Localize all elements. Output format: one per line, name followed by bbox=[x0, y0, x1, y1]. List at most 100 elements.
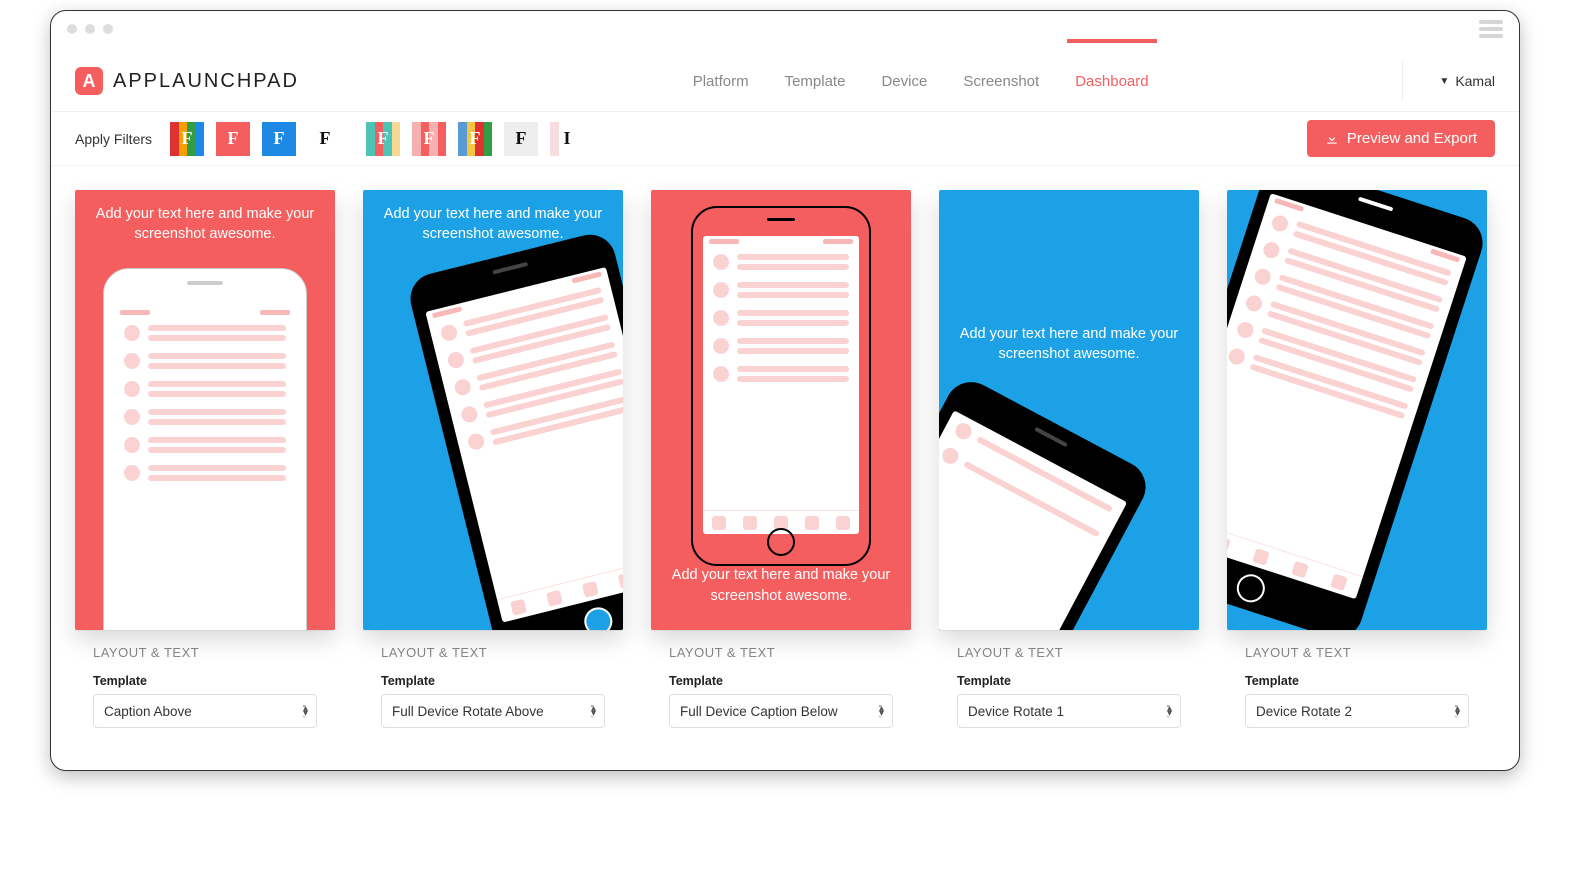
filters-row: Apply Filters FFFFFFFFI Preview and Expo… bbox=[51, 112, 1519, 166]
phone-screen bbox=[114, 307, 296, 630]
filter-swatch[interactable]: F bbox=[504, 122, 538, 156]
phone-speaker bbox=[767, 218, 795, 221]
brand-name: APPLAUNCHPAD bbox=[113, 70, 299, 93]
phone-screen bbox=[703, 236, 859, 534]
phone-mockup bbox=[1227, 190, 1487, 630]
phone-mockup bbox=[103, 268, 307, 630]
download-icon bbox=[1325, 132, 1339, 146]
filter-swatch[interactable]: F bbox=[458, 122, 492, 156]
layout-title: LAYOUT & TEXT bbox=[381, 645, 605, 660]
filter-letter: F bbox=[516, 128, 527, 149]
card-1: Add your text here and make your screens… bbox=[75, 190, 335, 746]
filter-swatch[interactable]: F bbox=[216, 122, 250, 156]
phone-speaker bbox=[187, 281, 223, 285]
layout-panel: LAYOUT & TEXT Template Device Rotate 1 ▴… bbox=[939, 630, 1199, 746]
template-field-label: Template bbox=[669, 674, 893, 688]
phone-speaker bbox=[1034, 427, 1068, 447]
preview-canvas[interactable]: Add your text here and make your screens… bbox=[651, 190, 911, 630]
template-value: Device Rotate 1 bbox=[968, 704, 1064, 719]
preview-export-button[interactable]: Preview and Export bbox=[1307, 120, 1495, 157]
caption-text: Add your text here and make your screens… bbox=[939, 310, 1199, 379]
layout-title: LAYOUT & TEXT bbox=[669, 645, 893, 660]
caption-text: Add your text here and make your screens… bbox=[75, 190, 335, 259]
titlebar bbox=[51, 11, 1519, 47]
nav-device[interactable]: Device bbox=[881, 67, 927, 96]
filter-swatch[interactable]: F bbox=[262, 122, 296, 156]
template-select[interactable]: Full Device Rotate Above ▴▾ bbox=[381, 694, 605, 728]
filter-letter: F bbox=[182, 128, 193, 149]
filter-letter: F bbox=[378, 128, 389, 149]
template-select[interactable]: Device Rotate 2 ▴▾ bbox=[1245, 694, 1469, 728]
layout-title: LAYOUT & TEXT bbox=[1245, 645, 1469, 660]
template-value: Full Device Rotate Above bbox=[392, 704, 544, 719]
user-name: Kamal bbox=[1455, 73, 1495, 89]
app-window: A APPLAUNCHPAD Platform Template Device … bbox=[50, 10, 1520, 771]
traffic-dot[interactable] bbox=[67, 24, 77, 34]
layout-panel: LAYOUT & TEXT Template Device Rotate 2 ▴… bbox=[1227, 630, 1487, 746]
card-2: Add your text here and make your screens… bbox=[363, 190, 623, 746]
preview-canvas[interactable]: Add your text here and make your screens… bbox=[939, 190, 1199, 630]
cards-row: Add your text here and make your screens… bbox=[51, 166, 1519, 770]
phone-mockup bbox=[939, 373, 1155, 630]
filter-swatch[interactable]: F bbox=[412, 122, 446, 156]
preview-canvas[interactable] bbox=[1227, 190, 1487, 630]
card-3: Add your text here and make your screens… bbox=[651, 190, 911, 746]
nav-platform[interactable]: Platform bbox=[693, 67, 749, 96]
filter-swatch[interactable]: I bbox=[550, 122, 584, 156]
preview-export-label: Preview and Export bbox=[1347, 130, 1477, 147]
phone-speaker bbox=[1358, 197, 1393, 212]
phone-screen bbox=[1227, 193, 1467, 599]
preview-canvas[interactable]: Add your text here and make your screens… bbox=[75, 190, 335, 630]
phone-mockup bbox=[691, 206, 871, 566]
template-field-label: Template bbox=[93, 674, 317, 688]
brand-logo: A bbox=[75, 67, 103, 95]
layout-panel: LAYOUT & TEXT Template Caption Above ▴▾ bbox=[75, 630, 335, 746]
filters-host: FFFFFFFFI bbox=[170, 122, 584, 156]
layout-title: LAYOUT & TEXT bbox=[93, 645, 317, 660]
filter-swatch[interactable]: F bbox=[308, 122, 342, 156]
layout-title: LAYOUT & TEXT bbox=[957, 645, 1181, 660]
filters-label: Apply Filters bbox=[75, 131, 152, 147]
traffic-dot[interactable] bbox=[103, 24, 113, 34]
template-field-label: Template bbox=[1245, 674, 1469, 688]
select-arrows-icon: ▴▾ bbox=[1167, 706, 1172, 716]
filter-letter: F bbox=[320, 128, 331, 149]
main-nav: Platform Template Device Screenshot Dash… bbox=[693, 67, 1149, 96]
select-arrows-icon: ▴▾ bbox=[879, 706, 884, 716]
card-5: LAYOUT & TEXT Template Device Rotate 2 ▴… bbox=[1227, 190, 1487, 746]
menu-icon[interactable] bbox=[1479, 20, 1503, 38]
filter-swatch[interactable]: F bbox=[170, 122, 204, 156]
filter-letter: F bbox=[470, 128, 481, 149]
phone-screen bbox=[425, 267, 623, 622]
home-button-icon bbox=[581, 604, 615, 630]
template-value: Device Rotate 2 bbox=[1256, 704, 1352, 719]
nav-template[interactable]: Template bbox=[785, 67, 846, 96]
template-field-label: Template bbox=[381, 674, 605, 688]
select-arrows-icon: ▴▾ bbox=[591, 706, 596, 716]
filter-letter: F bbox=[424, 128, 435, 149]
card-4: Add your text here and make your screens… bbox=[939, 190, 1199, 746]
select-arrows-icon: ▴▾ bbox=[1455, 706, 1460, 716]
nav-dashboard[interactable]: Dashboard bbox=[1075, 67, 1148, 96]
window-controls[interactable] bbox=[67, 24, 113, 34]
user-menu[interactable]: ▼ Kamal bbox=[1402, 61, 1495, 101]
phone-speaker bbox=[492, 262, 528, 275]
preview-canvas[interactable]: Add your text here and make your screens… bbox=[363, 190, 623, 630]
home-button-icon bbox=[1233, 571, 1268, 606]
header: A APPLAUNCHPAD Platform Template Device … bbox=[51, 47, 1519, 112]
template-select[interactable]: Caption Above ▴▾ bbox=[93, 694, 317, 728]
caret-down-icon: ▼ bbox=[1439, 76, 1449, 87]
traffic-dot[interactable] bbox=[85, 24, 95, 34]
filter-swatch[interactable]: F bbox=[366, 122, 400, 156]
phone-mockup bbox=[405, 229, 623, 630]
select-arrows-icon: ▴▾ bbox=[303, 706, 308, 716]
phone-screen bbox=[939, 410, 1127, 630]
template-select[interactable]: Full Device Caption Below ▴▾ bbox=[669, 694, 893, 728]
caption-text: Add your text here and make your screens… bbox=[651, 551, 911, 620]
layout-panel: LAYOUT & TEXT Template Full Device Rotat… bbox=[363, 630, 623, 746]
brand[interactable]: A APPLAUNCHPAD bbox=[75, 67, 299, 95]
template-value: Full Device Caption Below bbox=[680, 704, 838, 719]
template-select[interactable]: Device Rotate 1 ▴▾ bbox=[957, 694, 1181, 728]
layout-panel: LAYOUT & TEXT Template Full Device Capti… bbox=[651, 630, 911, 746]
nav-screenshot[interactable]: Screenshot bbox=[963, 67, 1039, 96]
